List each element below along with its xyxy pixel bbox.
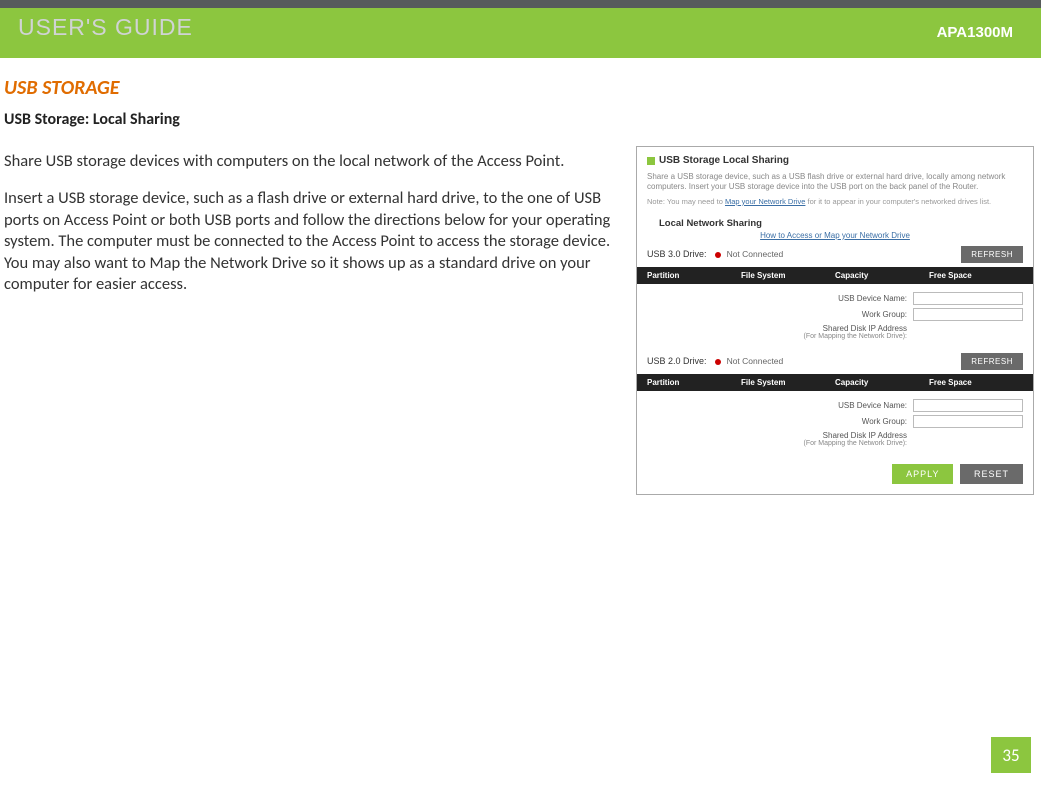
panel-title: USB Storage Local Sharing [647, 155, 1023, 166]
map-drive-link[interactable]: Map your Network Drive [725, 197, 805, 206]
col-freespace: Free Space [929, 378, 1023, 387]
label-usb-name: USB Device Name: [647, 294, 907, 303]
panel-title-text: USB Storage Local Sharing [659, 155, 789, 166]
local-sharing-head: Local Network Sharing [647, 214, 1023, 231]
screenshot-column: USB Storage Local Sharing Share a USB st… [636, 146, 1034, 495]
label-workgroup: Work Group: [647, 417, 907, 426]
label-ip-sub: (For Mapping the Network Drive): [647, 333, 907, 340]
refresh-button-usb20[interactable]: REFRESH [961, 353, 1023, 370]
col-filesystem: File System [741, 378, 835, 387]
button-row: APPLY RESET [637, 456, 1033, 486]
input-workgroup-30[interactable] [913, 308, 1023, 321]
model-number: APA1300M [937, 24, 1013, 41]
access-map-link[interactable]: How to Access or Map your Network Drive [647, 231, 1023, 240]
row-ip-20: Shared Disk IP Address (For Mapping the … [647, 431, 1023, 447]
col-partition: Partition [647, 271, 741, 280]
note-suffix: for it to appear in your computer's netw… [805, 197, 991, 206]
section-subtitle: USB Storage: Local Sharing [4, 110, 624, 129]
input-workgroup-20[interactable] [913, 415, 1023, 428]
text-column: USB STORAGE USB Storage: Local Sharing S… [4, 76, 624, 495]
usb30-row: USB 3.0 Drive: Not Connected REFRESH [637, 242, 1033, 267]
usb20-row: USB 2.0 Drive: Not Connected REFRESH [637, 349, 1033, 374]
section-title: USB STORAGE [4, 76, 624, 100]
row-ip-30: Shared Disk IP Address (For Mapping the … [647, 324, 1023, 340]
panel-note: Note: You may need to Map your Network D… [647, 197, 1023, 206]
usb30-label: USB 3.0 Drive: [647, 249, 707, 259]
table-header-usb20: Partition File System Capacity Free Spac… [637, 374, 1033, 391]
paragraph-1: Share USB storage devices with computers… [4, 151, 624, 172]
status-dot-icon [715, 359, 721, 365]
col-filesystem: File System [741, 271, 835, 280]
row-workgroup-20: Work Group: [647, 415, 1023, 428]
square-icon [647, 157, 655, 165]
reset-button[interactable]: RESET [960, 464, 1023, 484]
usb30-status: Not Connected [727, 249, 784, 259]
panel-description: Share a USB storage device, such as a US… [647, 172, 1023, 193]
refresh-button-usb30[interactable]: REFRESH [961, 246, 1023, 263]
col-capacity: Capacity [835, 271, 929, 280]
status-dot-icon [715, 252, 721, 258]
form-usb30: USB Device Name: Work Group: Shared Disk… [637, 284, 1033, 349]
col-freespace: Free Space [929, 271, 1023, 280]
label-usb-name: USB Device Name: [647, 401, 907, 410]
label-workgroup: Work Group: [647, 310, 907, 319]
label-ip: Shared Disk IP Address [647, 324, 907, 333]
header: USER'S GUIDE APA1300M [0, 0, 1041, 58]
form-usb20: USB Device Name: Work Group: Shared Disk… [637, 391, 1033, 456]
row-usb-name-20: USB Device Name: [647, 399, 1023, 412]
label-ip: Shared Disk IP Address [647, 431, 907, 440]
input-usb-name-20[interactable] [913, 399, 1023, 412]
table-header-usb30: Partition File System Capacity Free Spac… [637, 267, 1033, 284]
page-content: USB STORAGE USB Storage: Local Sharing S… [0, 58, 1041, 495]
apply-button[interactable]: APPLY [892, 464, 953, 484]
note-prefix: Note: You may need to [647, 197, 725, 206]
usb-storage-panel: USB Storage Local Sharing Share a USB st… [636, 146, 1034, 495]
guide-title: USER'S GUIDE [18, 14, 193, 41]
row-usb-name-30: USB Device Name: [647, 292, 1023, 305]
col-capacity: Capacity [835, 378, 929, 387]
col-partition: Partition [647, 378, 741, 387]
usb20-status: Not Connected [727, 356, 784, 366]
page-number: 35 [991, 737, 1031, 773]
input-usb-name-30[interactable] [913, 292, 1023, 305]
paragraph-2: Insert a USB storage device, such as a f… [4, 188, 624, 295]
usb20-label: USB 2.0 Drive: [647, 356, 707, 366]
label-ip-sub: (For Mapping the Network Drive): [647, 440, 907, 447]
row-workgroup-30: Work Group: [647, 308, 1023, 321]
